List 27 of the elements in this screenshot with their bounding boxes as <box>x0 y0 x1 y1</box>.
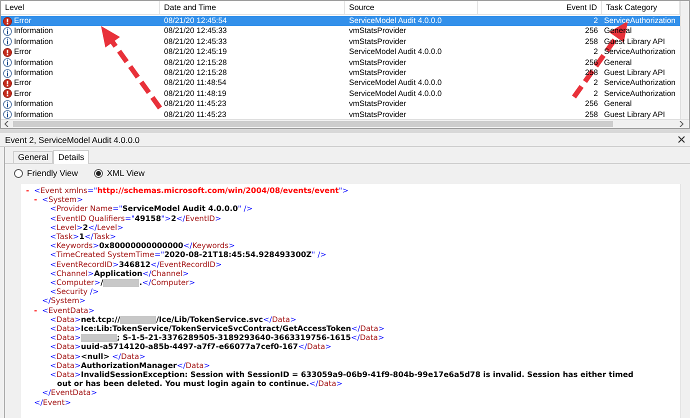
error-icon <box>3 48 12 57</box>
tab[interactable]: General <box>13 151 54 163</box>
info-icon <box>3 110 12 120</box>
vertical-scrollbar[interactable] <box>680 1 689 119</box>
info-icon <box>3 100 12 109</box>
info-icon <box>3 37 12 46</box>
scroll-thumb[interactable] <box>13 121 613 127</box>
scroll-right-icon[interactable] <box>679 121 684 127</box>
close-icon[interactable] <box>678 136 685 143</box>
event-title: Event 2, ServiceModel Audit 4.0.0.0 <box>5 134 140 146</box>
radio-button[interactable] <box>14 168 23 178</box>
column-header[interactable]: Level <box>1 1 160 15</box>
radio-label[interactable]: XML View <box>106 166 145 180</box>
radio-button[interactable] <box>94 168 103 178</box>
scroll-left-icon[interactable] <box>4 121 9 127</box>
error-icon <box>3 89 12 98</box>
info-icon <box>3 27 12 36</box>
error-icon <box>3 16 12 26</box>
column-header[interactable]: Source <box>345 1 478 15</box>
info-icon <box>3 68 12 78</box>
info-icon <box>3 58 12 68</box>
error-icon <box>3 79 12 88</box>
radio-label[interactable]: Friendly View <box>27 166 78 180</box>
tab[interactable]: Details <box>53 150 90 164</box>
column-header[interactable]: Date and Time <box>160 1 345 15</box>
column-header[interactable]: Event ID <box>478 1 602 15</box>
horizontal-scrollbar[interactable] <box>1 119 689 128</box>
